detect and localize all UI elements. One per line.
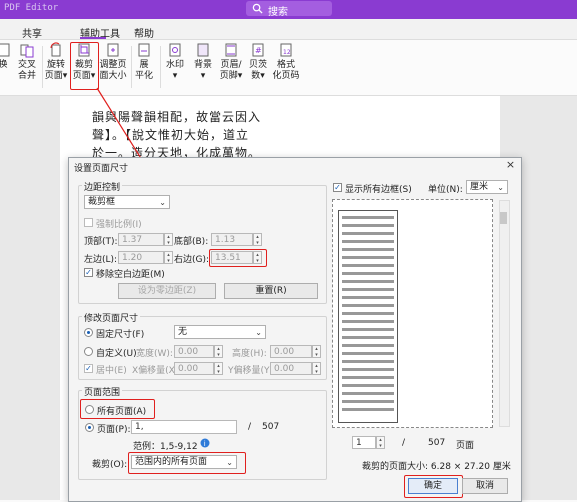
left-label: 左边(L): [84, 255, 118, 265]
preview-page-input[interactable]: 1 [352, 436, 376, 449]
bottom-input[interactable]: 1.13 [211, 233, 253, 246]
width-input[interactable]: 0.00 [174, 345, 214, 358]
cropped-size-text: 裁剪的页面大小: 6.28 × 27.20 厘米 [362, 462, 511, 472]
height-input[interactable]: 0.00 [270, 345, 312, 358]
left-input[interactable]: 1.20 [118, 251, 164, 264]
custom-size-radio[interactable] [84, 347, 93, 356]
top-spinner[interactable]: ▴ ▾ [164, 233, 173, 246]
y-offset-spinner[interactable]: ▴ ▾ [312, 362, 321, 375]
x-offset-input[interactable]: 0.00 [174, 362, 214, 375]
remove-white-margin-label: 移除空白边距(M) [96, 270, 165, 280]
margins-group-label: 边距控制 [82, 180, 123, 193]
cancel-button[interactable]: 取消 [462, 478, 508, 494]
unit-select[interactable]: 厘米 ⌄ [466, 180, 508, 194]
remove-white-margin-checkbox[interactable]: ✓ [84, 268, 93, 277]
y-offset-label: Y偏移量(Y): [228, 366, 277, 376]
width-spinner[interactable]: ▴ ▾ [214, 345, 223, 358]
preview-slash: / [402, 438, 406, 448]
right-margin-highlight [209, 249, 267, 267]
chevron-down-icon: ⌄ [255, 328, 262, 337]
right-label: 右边(G): [174, 255, 210, 265]
pages-example: 范例：1,5-9,12 [133, 442, 198, 452]
preview-page-spinner[interactable]: ▴ ▾ [376, 436, 385, 449]
margin-mode-value: 裁剪框 [88, 197, 116, 207]
pages-radio[interactable] [85, 423, 94, 432]
dialog-title: 设置页面尺寸 [74, 164, 129, 174]
bottom-label: 底部(B): [174, 237, 209, 247]
pages-total: 507 [262, 422, 280, 432]
crop-range-label: 裁剪(O): [92, 460, 128, 470]
center-checkbox[interactable]: ✓ [84, 364, 93, 373]
preview-total: 507 [428, 438, 446, 448]
x-offset-spinner[interactable]: ▴ ▾ [214, 362, 223, 375]
y-offset-input[interactable]: 0.00 [270, 362, 312, 375]
fixed-size-select[interactable]: 无 ⌄ [174, 325, 266, 339]
close-icon[interactable]: × [503, 158, 518, 172]
unit-label: 单位(N): [428, 185, 463, 195]
chevron-down-icon: ⌄ [497, 183, 504, 192]
scrollbar-thumb[interactable] [500, 212, 507, 224]
unit-value: 厘米 [470, 182, 489, 192]
preview-page-word: 页面 [456, 441, 475, 451]
crop-range-highlight [128, 452, 246, 474]
fixed-size-value: 无 [178, 327, 188, 337]
page-size-group-label: 修改页面尺寸 [82, 311, 141, 324]
keep-ratio-label: 强制比例(I) [96, 220, 142, 230]
svg-text:i: i [204, 440, 206, 448]
keep-ratio-checkbox[interactable] [84, 218, 93, 227]
fixed-size-label: 固定尺寸(F) [96, 330, 145, 340]
top-input[interactable]: 1.37 [118, 233, 164, 246]
show-margins-checkbox[interactable]: ✓ [333, 183, 342, 192]
preview-scrollbar[interactable] [499, 200, 510, 427]
width-label: 宽度(W): [136, 349, 173, 359]
preview-crop-box [338, 210, 398, 423]
show-margins-label: 显示所有边框(S) [345, 185, 412, 195]
all-pages-highlight [80, 399, 155, 419]
height-label: 高度(H): [232, 349, 267, 359]
info-icon[interactable]: i [200, 438, 210, 448]
center-label: 居中(E) [96, 366, 127, 376]
ok-button-highlight [404, 475, 463, 498]
fixed-size-radio[interactable] [84, 328, 93, 337]
height-spinner[interactable]: ▴ ▾ [312, 345, 321, 358]
pages-slash: / [248, 422, 252, 432]
set-zero-margin-button[interactable]: 设为零边距(Z) [118, 283, 216, 299]
left-spinner[interactable]: ▴ ▾ [164, 251, 173, 264]
bottom-spinner[interactable]: ▴ ▾ [253, 233, 262, 246]
top-label: 顶部(T): [84, 237, 118, 247]
chevron-down-icon: ⌄ [159, 198, 166, 207]
reset-button[interactable]: 重置(R) [224, 283, 318, 299]
page-range-group-label: 页面范围 [82, 385, 123, 398]
custom-size-label: 自定义(U) [96, 349, 137, 359]
pages-label: 页面(P): [97, 425, 131, 435]
margin-mode-select[interactable]: 裁剪框 ⌄ [84, 195, 170, 209]
pages-input[interactable]: 1, [131, 420, 237, 434]
